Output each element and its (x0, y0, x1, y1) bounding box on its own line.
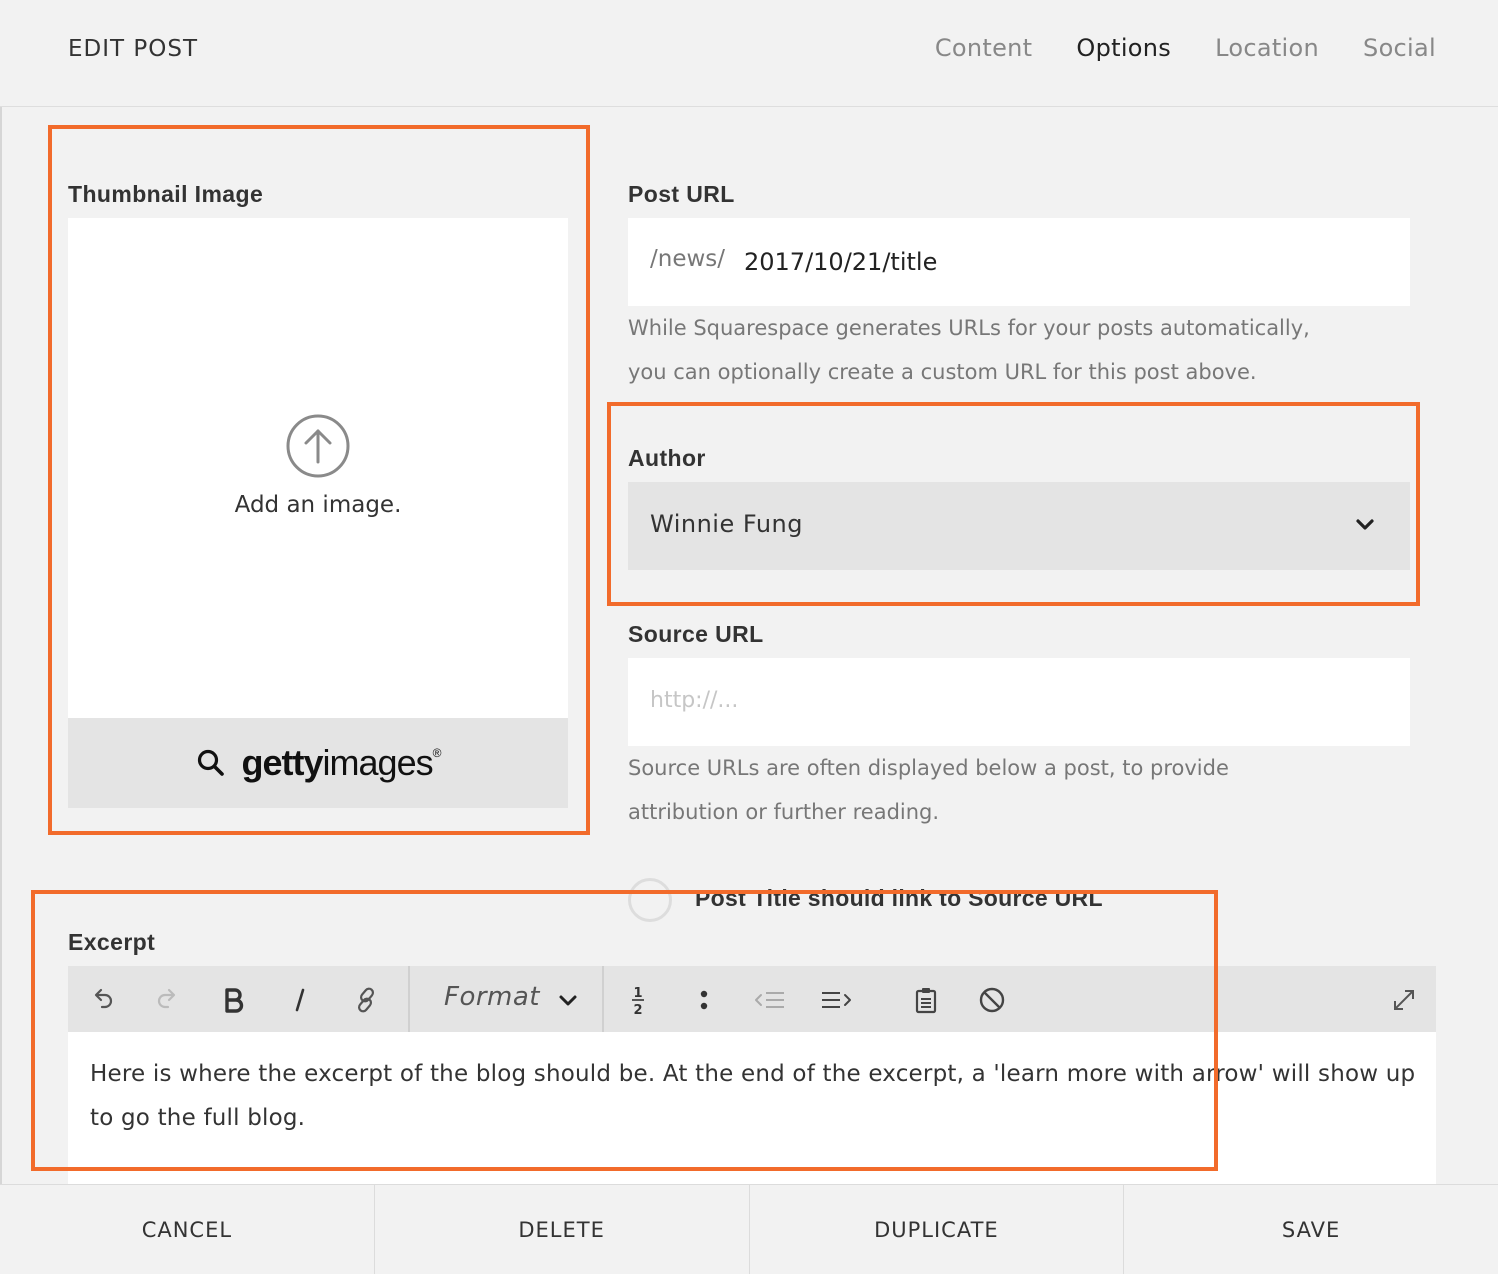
expand-icon (1394, 990, 1414, 1010)
indent-button[interactable] (819, 983, 853, 1017)
italic-button[interactable] (283, 983, 317, 1017)
source-url-field[interactable] (628, 658, 1410, 746)
no-format-icon (979, 987, 1005, 1013)
italic-icon (295, 988, 305, 1012)
ordered-list-icon: 1 2 (632, 986, 644, 1017)
source-url-help-line1: Source URLs are often displayed below a … (628, 756, 1229, 780)
add-image-text: Add an image. (234, 492, 402, 518)
source-url-label: Source URL (628, 621, 764, 647)
thumbnail-dropzone[interactable]: Add an image. (68, 218, 568, 718)
undo-button[interactable] (85, 983, 119, 1017)
footer-action-bar: CANCEL DELETE DUPLICATE SAVE (0, 1184, 1498, 1274)
post-url-label: Post URL (628, 181, 735, 207)
tab-options[interactable]: Options (1076, 34, 1171, 62)
header: EDIT POST Content Options Location Socia… (0, 0, 1498, 107)
source-url-input[interactable] (650, 688, 1370, 713)
tab-location[interactable]: Location (1215, 34, 1319, 62)
redo-button[interactable] (151, 983, 185, 1017)
left-edge-divider (0, 0, 2, 1274)
post-url-input[interactable] (744, 248, 1384, 276)
source-url-help-line2: attribution or further reading. (628, 800, 940, 824)
undo-icon (94, 988, 113, 1009)
page-title: EDIT POST (68, 36, 199, 62)
outdent-button[interactable] (753, 983, 787, 1017)
duplicate-button[interactable]: DUPLICATE (750, 1185, 1125, 1274)
title-link-label: Post Title should link to Source URL (695, 885, 1103, 911)
post-url-help: While Squarespace generates URLs for you… (628, 306, 1418, 394)
tab-social[interactable]: Social (1363, 34, 1436, 62)
svg-text:1: 1 (633, 986, 642, 1001)
author-select[interactable]: Winnie Fung (628, 482, 1410, 570)
thumbnail-label: Thumbnail Image (68, 181, 264, 207)
toolbar-divider (602, 966, 604, 1032)
tab-content[interactable]: Content (935, 34, 1033, 62)
excerpt-editor[interactable]: Here is where the excerpt of the blog sh… (68, 1032, 1436, 1184)
author-selected-value: Winnie Fung (650, 510, 804, 538)
outdent-icon (755, 992, 784, 1008)
link-icon (357, 987, 375, 1013)
source-url-help: Source URLs are often displayed below a … (628, 746, 1418, 834)
chevron-down-icon (559, 995, 577, 1006)
post-url-field[interactable]: /news/ (628, 218, 1410, 306)
post-url-help-line2: you can optionally create a custom URL f… (628, 360, 1257, 384)
indent-icon (822, 992, 851, 1008)
clipboard-icon (915, 988, 937, 1014)
search-icon (197, 749, 224, 776)
excerpt-text[interactable]: Here is where the excerpt of the blog sh… (90, 1052, 1420, 1140)
save-button[interactable]: SAVE (1124, 1185, 1498, 1274)
getty-images-logo: gettyimages® (241, 742, 442, 783)
upload-arrow-icon (286, 414, 350, 478)
title-link-radio[interactable] (628, 878, 672, 922)
author-label: Author (628, 445, 706, 471)
tab-bar: Content Options Location Social (935, 34, 1436, 62)
delete-button[interactable]: DELETE (375, 1185, 750, 1274)
getty-images-search-button[interactable]: gettyimages® (68, 718, 568, 808)
bold-button[interactable] (217, 983, 251, 1017)
excerpt-label: Excerpt (68, 929, 156, 955)
bold-icon (225, 988, 244, 1013)
chevron-down-icon (1356, 519, 1374, 530)
ordered-list-button[interactable]: 1 2 (621, 983, 655, 1017)
post-url-prefix: /news/ (650, 246, 726, 272)
expand-editor-button[interactable] (1387, 983, 1421, 1017)
link-button[interactable] (349, 983, 383, 1017)
bullet-list-icon (700, 990, 708, 1010)
format-dropdown[interactable]: Format (444, 982, 540, 1012)
cancel-button[interactable]: CANCEL (0, 1185, 375, 1274)
paste-button[interactable] (909, 983, 943, 1017)
toolbar-divider (408, 966, 410, 1032)
excerpt-toolbar: Format 1 2 (68, 966, 1436, 1032)
bullet-list-button[interactable] (687, 983, 721, 1017)
post-url-help-line1: While Squarespace generates URLs for you… (628, 316, 1310, 340)
format-dropdown-chevron[interactable] (551, 983, 585, 1017)
redo-icon (157, 988, 176, 1009)
clear-format-button[interactable] (975, 983, 1009, 1017)
svg-text:2: 2 (633, 1003, 642, 1017)
